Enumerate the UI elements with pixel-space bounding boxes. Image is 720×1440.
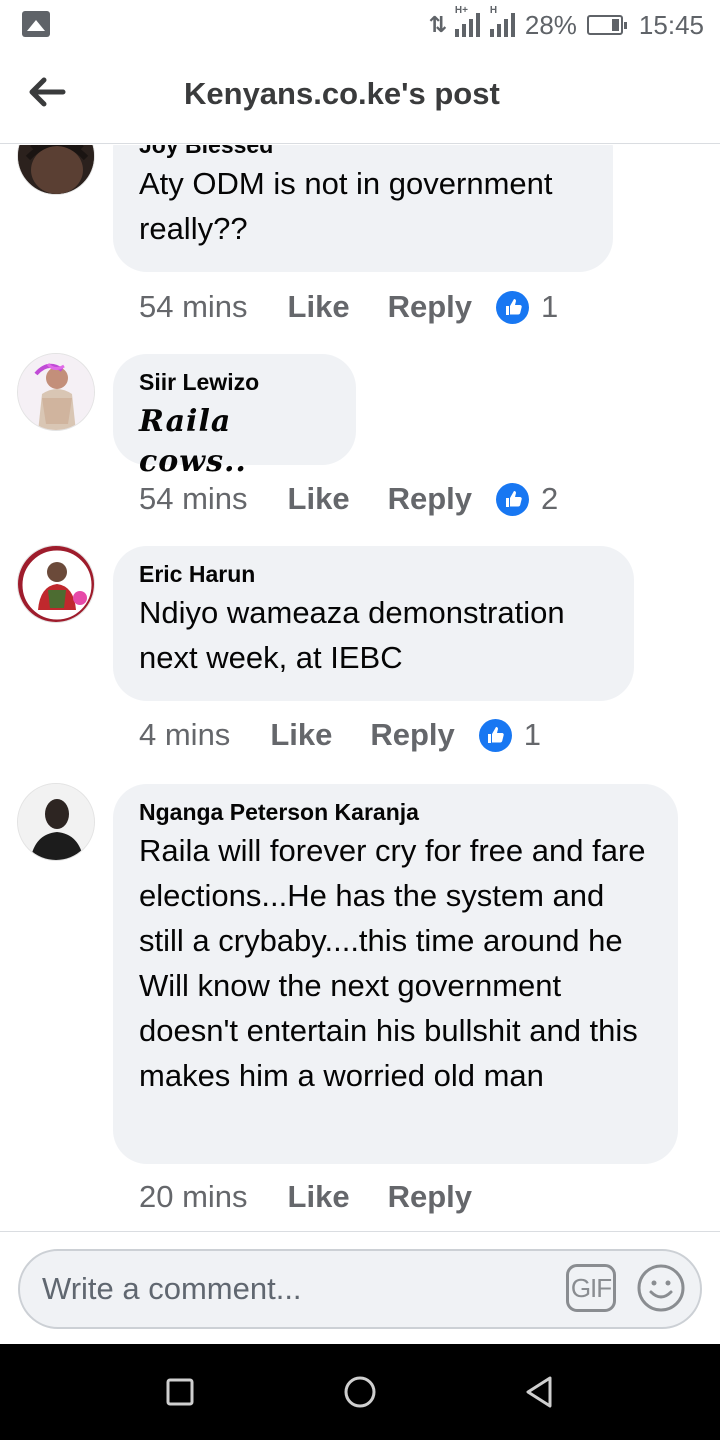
comment-actions: 4 mins Like Reply 1 <box>139 717 541 753</box>
battery-percentage: 28% <box>524 9 577 40</box>
emoji-button[interactable] <box>636 1263 686 1313</box>
comment-text: Ndiyo wameaza demonstration next week, a… <box>139 595 565 675</box>
comment-author[interactable]: Joy Blessed <box>139 145 587 159</box>
like-button[interactable]: Like <box>288 1179 350 1215</box>
status-icons: ⇅ H+ H 28% 15:45 <box>428 5 704 44</box>
reply-button[interactable]: Reply <box>388 1179 472 1215</box>
comment-actions: 54 mins Like Reply 2 <box>139 481 558 517</box>
comment-author[interactable]: Nganga Peterson Karanja <box>139 798 652 826</box>
reaction-summary[interactable]: 2 <box>496 481 558 517</box>
like-button[interactable]: Like <box>288 289 350 325</box>
thumbs-up-icon <box>496 290 529 324</box>
comment-list: Joy Blessed Aty ODM is not in government… <box>0 145 720 1230</box>
home-button[interactable] <box>340 1372 380 1412</box>
comment-bubble: Eric Harun Ndiyo wameaza demonstration n… <box>113 546 634 701</box>
avatar[interactable] <box>17 353 95 431</box>
page-title: Kenyans.co.ke's post <box>184 76 500 111</box>
gallery-notification-icon <box>22 11 50 37</box>
thumbs-up-icon <box>478 718 512 752</box>
comment-time[interactable]: 20 mins <box>139 1179 248 1215</box>
reaction-count: 2 <box>541 481 559 516</box>
comment-text: Raila will forever cry for free and fare… <box>139 833 646 1093</box>
triangle-back-icon <box>526 1376 552 1408</box>
comment-bubble: Siir Lewizo Raila cows.. <box>113 354 356 479</box>
comment-text: Raila cows.. <box>139 404 247 479</box>
reply-button[interactable]: Reply <box>388 289 472 325</box>
system-navigation-bar <box>0 1344 720 1440</box>
gif-button[interactable]: GIF <box>566 1264 616 1312</box>
reply-button[interactable]: Reply <box>388 481 472 517</box>
avatar-image <box>18 546 94 622</box>
like-button[interactable]: Like <box>288 481 350 517</box>
recents-button[interactable] <box>160 1372 200 1412</box>
comment-bubble: Nganga Peterson Karanja Raila will forev… <box>113 784 678 1164</box>
avatar[interactable] <box>17 783 95 861</box>
comment-actions: 54 mins Like Reply 1 <box>139 289 558 325</box>
comment-author[interactable]: Eric Harun <box>139 560 608 588</box>
smiley-icon <box>637 1264 685 1312</box>
comment-text: Aty ODM is not in government really?? <box>139 166 553 246</box>
comment-composer: Write a comment... GIF <box>0 1231 720 1344</box>
avatar-image <box>18 354 94 430</box>
comment-bubble: Joy Blessed Aty ODM is not in government… <box>113 145 613 272</box>
comment-input-placeholder: Write a comment... <box>42 1271 302 1306</box>
arrow-left-icon <box>29 77 66 107</box>
reaction-summary[interactable]: 1 <box>478 717 542 753</box>
reaction-summary[interactable]: 1 <box>496 289 558 325</box>
avatar[interactable] <box>17 145 95 195</box>
comment-actions: 20 mins Like Reply <box>139 1179 472 1215</box>
avatar-image <box>18 784 94 860</box>
battery-icon <box>586 15 627 35</box>
comment-input[interactable]: Write a comment... GIF <box>18 1249 702 1329</box>
post-header: Kenyans.co.ke's post <box>0 50 720 144</box>
comment-time[interactable]: 4 mins <box>139 717 230 753</box>
thumbs-up-icon <box>496 482 529 516</box>
circle-icon <box>344 1376 376 1408</box>
back-nav-button[interactable] <box>520 1372 560 1412</box>
like-button[interactable]: Like <box>270 717 332 753</box>
clock: 15:45 <box>638 9 704 40</box>
signal-strength-icon-2: H <box>489 5 515 37</box>
data-transfer-icon: ⇅ <box>428 12 446 37</box>
reaction-count: 1 <box>541 289 559 324</box>
signal-strength-icon: H+ <box>454 5 480 37</box>
comment-time[interactable]: 54 mins <box>139 289 248 325</box>
comment-author[interactable]: Siir Lewizo <box>139 368 330 396</box>
status-bar: ⇅ H+ H 28% 15:45 <box>0 0 720 50</box>
square-icon <box>166 1378 194 1406</box>
avatar[interactable] <box>17 545 95 623</box>
network-type-label-2: H <box>489 5 498 16</box>
network-type-label: H+ <box>454 5 468 16</box>
comment-time[interactable]: 54 mins <box>139 481 248 517</box>
avatar-image <box>18 145 94 194</box>
back-button[interactable] <box>22 72 72 112</box>
reply-button[interactable]: Reply <box>370 717 454 753</box>
reaction-count: 1 <box>523 717 542 752</box>
